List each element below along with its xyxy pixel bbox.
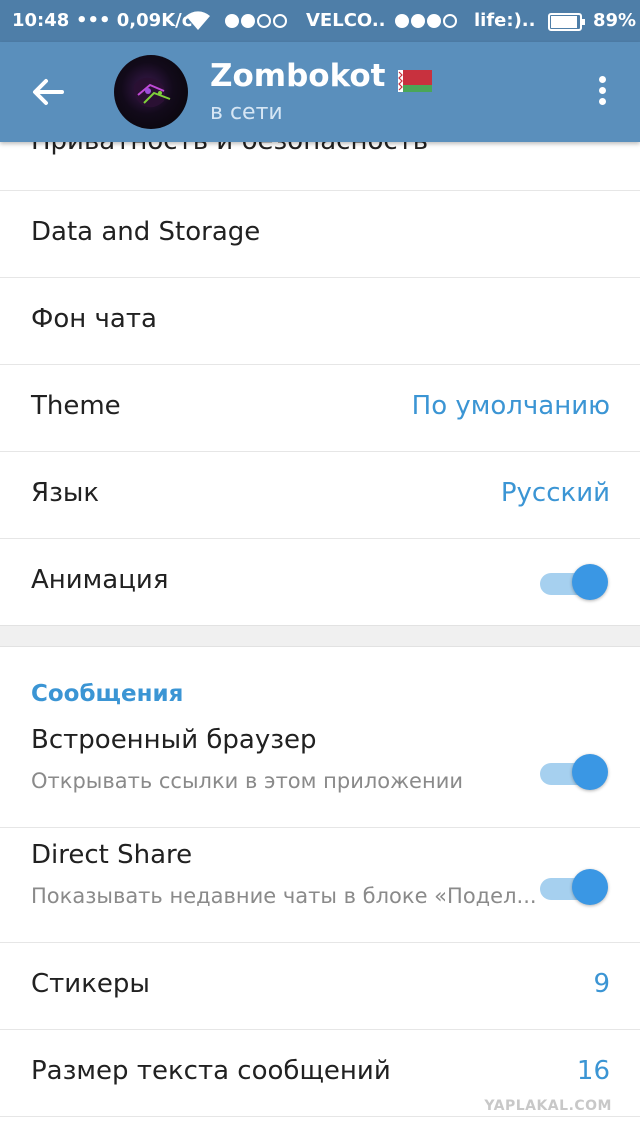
carrier-2: life:).. [474,10,536,31]
settings-item-label: Data and Storage [31,217,261,247]
app-bar: Zombokot в сети [0,42,640,142]
watermark: YAPLAKAL.COM [484,1098,612,1114]
text-size-value: 16 [576,1056,610,1086]
settings-item-data-storage[interactable]: Data and Storage [0,191,640,278]
status-time: 10:48 [12,10,70,31]
signal-strength-2-icon [394,12,464,35]
back-arrow-icon[interactable] [28,72,68,112]
settings-item-stickers[interactable]: Стикеры 9 [0,943,640,1030]
settings-item-animation[interactable]: Анимация [0,539,640,625]
settings-item-chat-background[interactable]: Фон чата [0,278,640,365]
settings-item-label: Стикеры [31,969,150,999]
settings-item-privacy[interactable]: Приватность и безопасность [0,126,640,191]
settings-item-label: Размер текста сообщений [31,1056,391,1086]
settings-item-label: Theme [31,391,121,421]
battery-icon [548,13,586,36]
carrier-1: VELCO.. [306,10,386,31]
settings-item-description: Показывать недавние чаты в блоке «Подел.… [31,884,537,908]
network-speed: ••• 0,09K/c [76,10,193,31]
language-value: Русский [500,478,610,508]
section-divider [0,625,640,647]
settings-item-in-app-browser[interactable]: Встроенный браузер Открывать ссылки в эт… [0,713,640,828]
chat-title-text: Zombokot [210,58,386,94]
stickers-count: 9 [593,969,610,999]
avatar[interactable] [114,55,188,129]
section-title: Сообщения [31,681,184,707]
direct-share-toggle[interactable] [540,866,608,906]
settings-item-label: Анимация [31,565,169,595]
settings-item-direct-share[interactable]: Direct Share Показывать недавние чаты в … [0,828,640,943]
belarus-flag-icon [398,64,433,92]
signal-strength-1-icon [224,12,294,35]
settings-item-label: Direct Share [31,840,193,870]
settings-item-language[interactable]: Язык Русский [0,452,640,539]
settings-list: Приватность и безопасность Data and Stor… [0,126,640,1117]
wifi-icon [184,8,212,37]
more-options-icon[interactable] [592,76,612,110]
settings-item-label: Встроенный браузер [31,725,317,755]
battery-percent: 89% [593,10,637,31]
chat-status: в сети [210,100,283,125]
settings-item-theme[interactable]: Theme По умолчанию [0,365,640,452]
theme-value: По умолчанию [411,391,610,421]
settings-item-label: Фон чата [31,304,157,334]
animation-toggle[interactable] [540,561,608,601]
settings-item-label: Язык [31,478,100,508]
chat-title: Zombokot [210,58,433,94]
in-app-browser-toggle[interactable] [540,751,608,791]
settings-item-description: Открывать ссылки в этом приложении [31,769,464,793]
status-bar: 10:48 ••• 0,09K/c VELCO.. life:).. 89% [0,0,640,42]
messages-section-header: Сообщения [0,647,640,713]
